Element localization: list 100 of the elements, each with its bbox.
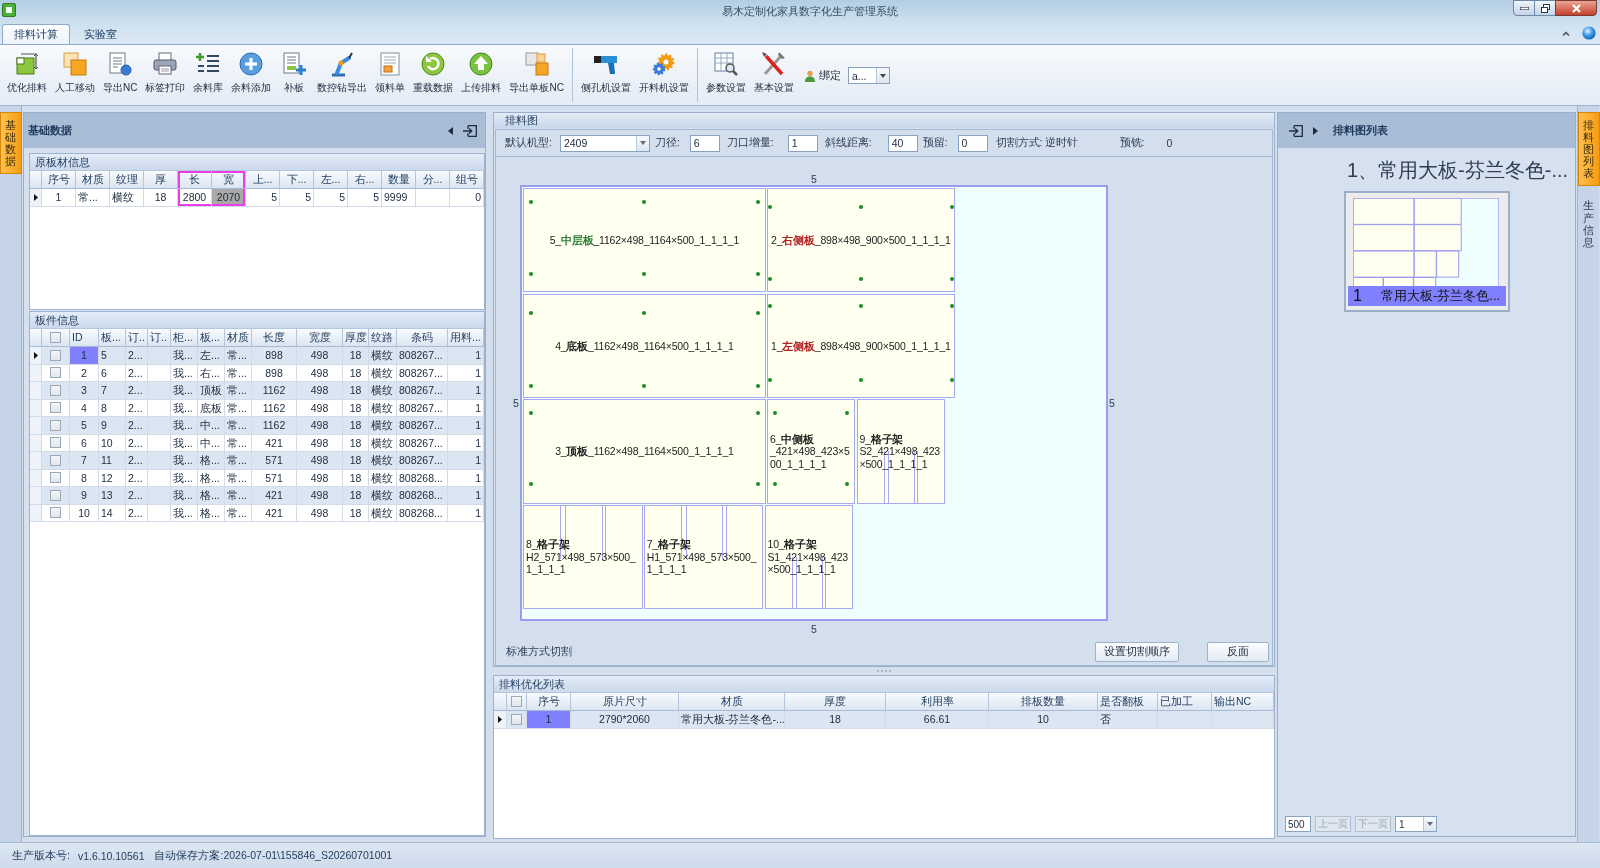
column-header[interactable]: 订.. <box>148 329 171 347</box>
column-header[interactable]: 是否翻板 <box>1098 693 1158 711</box>
column-header[interactable]: 右... <box>348 171 382 189</box>
page-size-field[interactable]: 500 <box>1285 816 1311 832</box>
thumbnail-caption[interactable]: 1 常用大板-芬兰冬色... <box>1348 286 1506 306</box>
sphere-icon[interactable] <box>1582 26 1596 40</box>
ribbon-button[interactable]: 优化排料 <box>3 45 51 105</box>
column-header[interactable]: 长度 <box>252 329 297 347</box>
column-header[interactable]: 原片尺寸 <box>571 693 679 711</box>
ribbon-button[interactable]: 上传排料 <box>457 45 506 105</box>
row-checkbox[interactable] <box>50 419 61 431</box>
side-tab[interactable]: 基础数据 <box>0 112 22 175</box>
row-checkbox[interactable] <box>50 384 61 396</box>
column-header[interactable]: 上... <box>246 171 280 189</box>
text-field[interactable]: 6 <box>689 134 720 152</box>
text-button[interactable]: 反面 <box>1207 642 1269 662</box>
column-header[interactable]: 输出NC <box>1212 693 1274 711</box>
row-checkbox[interactable] <box>50 472 61 484</box>
ribbon-button[interactable]: 导出NC <box>99 45 142 105</box>
column-header[interactable]: 材质 <box>225 329 252 347</box>
close-button[interactable] <box>1555 0 1597 16</box>
column-header[interactable]: 柜... <box>171 329 198 347</box>
ribbon-button[interactable]: 开料机设置 <box>634 45 693 105</box>
ribbon-tab[interactable]: 排料计算 <box>2 24 70 44</box>
ribbon-tab[interactable]: 实验室 <box>72 24 129 44</box>
ribbon-button[interactable]: 导出单板NC <box>505 45 568 105</box>
column-header[interactable]: 板... <box>99 329 126 347</box>
maximize-button[interactable] <box>1534 0 1556 16</box>
row-checkbox[interactable] <box>50 349 61 361</box>
machine-select[interactable]: 2409 <box>559 134 650 152</box>
ribbon-button[interactable]: 领料单 <box>371 45 410 105</box>
text-field[interactable]: 1 <box>787 134 818 152</box>
row-indicator[interactable] <box>30 347 42 365</box>
row-checkbox[interactable] <box>50 402 61 414</box>
column-header[interactable]: 板... <box>198 329 225 347</box>
row-checkbox[interactable] <box>50 437 61 449</box>
column-header[interactable]: 材质 <box>76 171 110 189</box>
ribbon-button[interactable]: 余料添加 <box>227 45 276 105</box>
row-checkbox[interactable] <box>50 507 61 519</box>
ribbon-button[interactable]: 补板 <box>275 45 314 105</box>
header-checkbox[interactable] <box>511 696 522 707</box>
nested-part[interactable]: 9_格子架 S2_421×498_423×500_1_1_1_1 <box>856 399 945 504</box>
column-header[interactable]: 数量 <box>382 171 416 189</box>
ribbon-button[interactable]: 标签打印 <box>141 45 190 105</box>
row-indicator[interactable] <box>30 189 42 207</box>
chevron-up-icon[interactable] <box>1562 30 1570 36</box>
nested-part[interactable]: 4_底板_1162×498_1164×500_1_1_1_1 <box>523 293 766 398</box>
nested-part[interactable]: 6_中侧板 _421×498_423×500_1_1_1_1 <box>767 399 856 504</box>
column-header[interactable]: 排板数量 <box>989 693 1098 711</box>
column-header[interactable]: 厚度 <box>343 329 369 347</box>
side-tab[interactable]: 生产信息 <box>1577 192 1600 255</box>
column-header[interactable]: 条码 <box>397 329 448 347</box>
column-header[interactable]: 宽度 <box>297 329 343 347</box>
text-button[interactable]: 设置切割顺序 <box>1095 642 1179 662</box>
row-checkbox[interactable] <box>50 489 61 501</box>
column-header[interactable]: 订.. <box>126 329 148 347</box>
row-checkbox[interactable] <box>511 713 522 725</box>
column-header[interactable]: 序号 <box>527 693 571 711</box>
nested-part[interactable]: 5_中层板_1162×498_1164×500_1_1_1_1 <box>523 188 766 293</box>
text-field[interactable]: 0 <box>957 134 988 152</box>
ribbon-button[interactable]: 重载数据 <box>409 45 458 105</box>
text-field[interactable]: 40 <box>887 134 918 152</box>
ribbon-button[interactable]: 人工移动 <box>51 45 99 105</box>
binding-select[interactable]: a... <box>847 67 890 84</box>
nested-part[interactable]: 10_格子架 S1_421×498_423×500_1_1_1_1 <box>764 504 853 610</box>
column-header[interactable]: 利用率 <box>886 693 989 711</box>
column-header[interactable]: 厚度 <box>785 693 886 711</box>
page-select[interactable]: 1 <box>1395 816 1437 832</box>
ribbon-button[interactable]: 参数设置 <box>701 45 750 105</box>
nested-part[interactable]: 1_左侧板_898×498_900×500_1_1_1_1 <box>767 293 955 398</box>
nested-part[interactable]: 7_格子架 H1_571×498_573×500_1_1_1_1 <box>643 504 764 610</box>
column-header[interactable]: 左... <box>314 171 348 189</box>
ribbon-button[interactable]: 余料库 <box>189 45 228 105</box>
column-header[interactable]: 组号 <box>450 171 484 189</box>
row-checkbox[interactable] <box>50 367 61 379</box>
column-header[interactable]: 纹理 <box>110 171 144 189</box>
column-header[interactable]: 材质 <box>679 693 785 711</box>
nested-part[interactable]: 8_格子架 H2_571×498_573×500_1_1_1_1 <box>523 504 643 610</box>
column-header[interactable]: ID <box>70 329 99 347</box>
ribbon-button[interactable]: 侧孔机设置 <box>576 45 635 105</box>
column-header[interactable]: 厚 <box>144 171 178 189</box>
caret-right-icon[interactable] <box>1313 126 1318 135</box>
caret-left-icon[interactable] <box>448 126 453 135</box>
row-checkbox[interactable] <box>50 454 61 466</box>
row-indicator[interactable] <box>494 711 507 729</box>
column-header[interactable]: 纹路 <box>369 329 397 347</box>
column-header[interactable]: 下... <box>280 171 314 189</box>
column-header[interactable]: 已加工 <box>1158 693 1212 711</box>
box-arrow-icon[interactable] <box>463 124 477 137</box>
nested-part[interactable]: 2_右侧板_898×498_900×500_1_1_1_1 <box>767 188 955 293</box>
header-checkbox[interactable] <box>50 332 61 343</box>
box-arrow-icon[interactable] <box>1289 124 1303 137</box>
ribbon-button[interactable]: 数控钻导出 <box>313 45 372 105</box>
column-header[interactable]: 序号 <box>42 171 76 189</box>
column-header[interactable]: 用料... <box>448 329 484 347</box>
column-header[interactable]: 分... <box>416 171 450 189</box>
column-header[interactable]: 长 <box>178 171 212 189</box>
nested-part[interactable]: 3_顶板_1162×498_1164×500_1_1_1_1 <box>523 399 766 504</box>
layout-card[interactable]: 1 常用大板-芬兰冬色... <box>1344 191 1510 312</box>
ribbon-button[interactable]: 基本设置 <box>749 45 798 105</box>
